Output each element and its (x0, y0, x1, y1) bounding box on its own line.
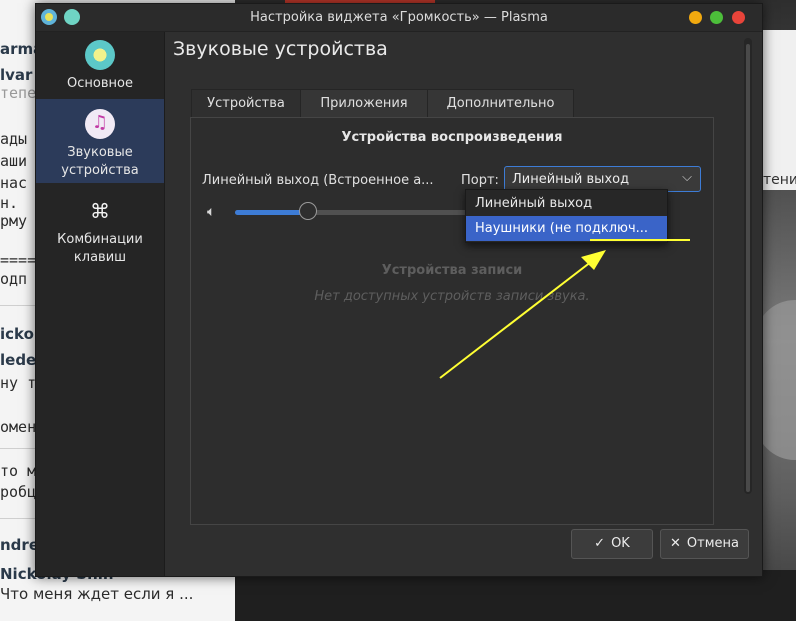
annotation-arrow (439, 250, 606, 379)
arrow-line (439, 257, 597, 379)
